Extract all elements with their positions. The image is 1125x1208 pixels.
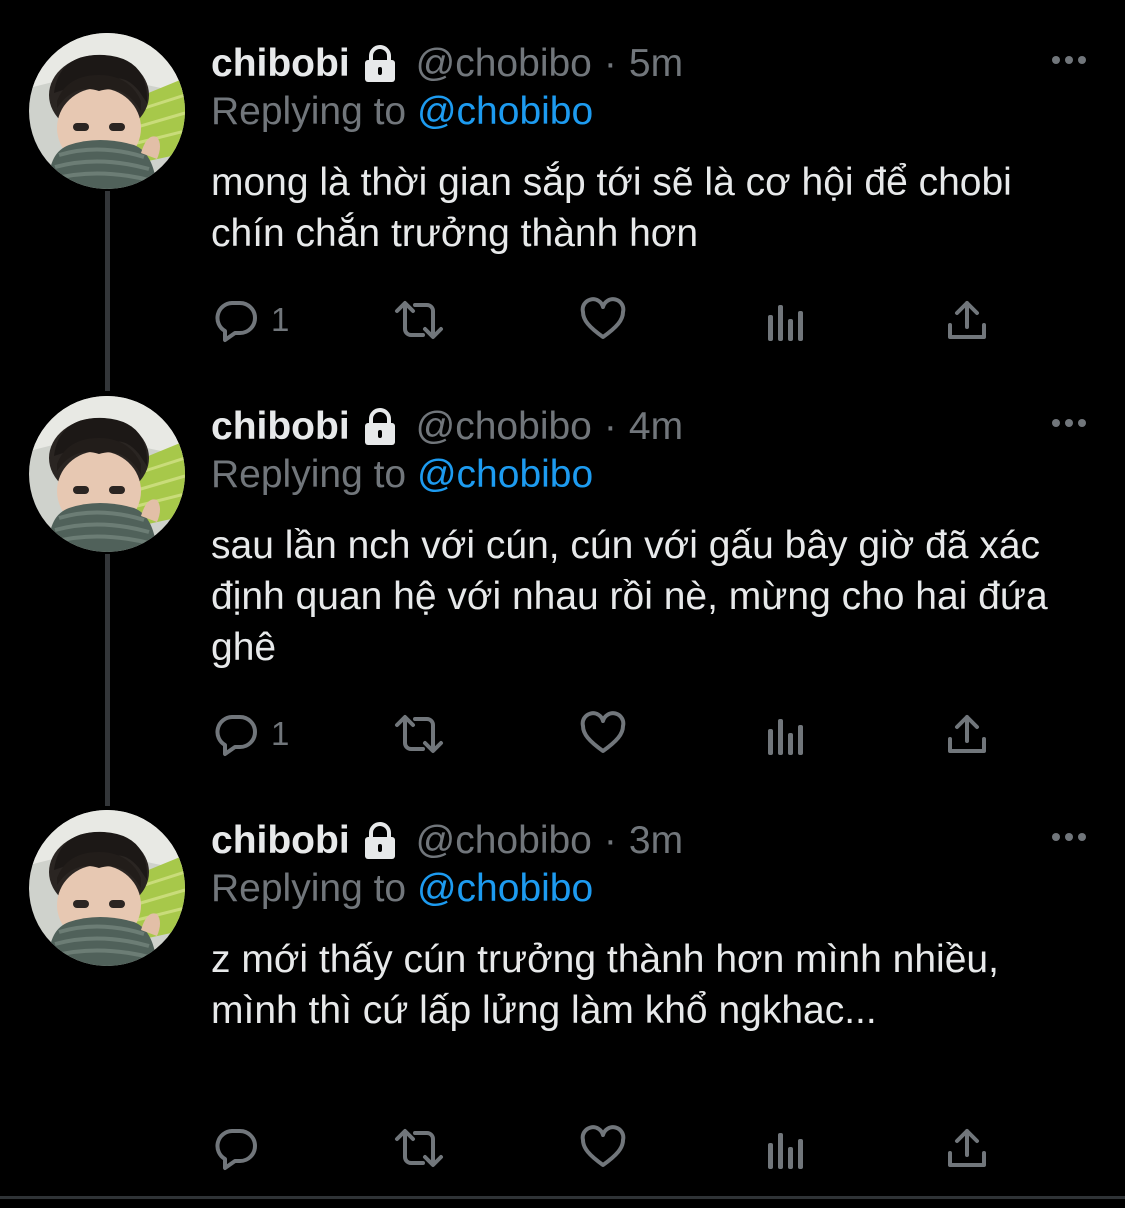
user-handle[interactable]: @chobibo [416,405,592,449]
tweet[interactable]: chibobi @chobibo · 4m Replying to @chobi… [0,363,1125,793]
lock-icon [360,407,400,447]
display-name[interactable]: chibobi [211,42,350,86]
analytics-button[interactable] [764,710,808,758]
lock-icon [360,821,400,861]
share-icon [944,1125,990,1171]
share-icon [944,711,990,757]
retweet-icon [391,711,447,757]
share-button[interactable] [944,296,990,344]
like-icon [579,711,627,757]
reply-button[interactable]: 1 [213,296,289,344]
more-icon[interactable] [1049,413,1089,433]
tweet-header: chibobi @chobibo · 5m [211,34,683,94]
replying-prefix: Replying to [211,90,407,133]
replying-prefix: Replying to [211,867,407,910]
reply-icon [213,1125,259,1171]
reply-count: 1 [271,715,290,752]
tweet[interactable]: chibobi @chobibo · 5m Replying to @chobi… [0,0,1125,380]
reply-button[interactable]: 1 [213,710,289,758]
display-name[interactable]: chibobi [211,819,350,863]
retweet-icon [391,297,447,343]
avatar[interactable] [29,33,185,189]
avatar[interactable] [29,810,185,966]
reply-count: 1 [271,301,290,338]
analytics-icon [764,297,808,343]
share-button[interactable] [944,710,990,758]
share-icon [944,297,990,343]
like-icon [579,297,627,343]
display-name[interactable]: chibobi [211,405,350,449]
retweet-button[interactable] [391,710,447,758]
share-button[interactable] [944,1124,990,1172]
like-button[interactable] [579,710,627,758]
more-icon[interactable] [1049,827,1089,847]
divider [0,1196,1125,1199]
retweet-button[interactable] [391,1124,447,1172]
avatar[interactable] [29,396,185,552]
tweet-thread: chibobi @chobibo · 5m Replying to @chobi… [0,0,1125,1208]
replying-to: Replying to @chobibo [211,453,593,497]
like-button[interactable] [579,1124,627,1172]
analytics-button[interactable] [764,1124,808,1172]
timestamp[interactable]: 4m [629,405,683,449]
action-bar: 1 [211,296,1001,344]
like-icon [579,1125,627,1171]
replying-handle-link[interactable]: @chobibo [417,90,593,133]
more-icon[interactable] [1049,50,1089,70]
replying-handle-link[interactable]: @chobibo [417,867,593,910]
timestamp[interactable]: 5m [629,42,683,86]
replying-prefix: Replying to [211,453,407,496]
timestamp[interactable]: 3m [629,819,683,863]
analytics-icon [764,1125,808,1171]
tweet-text: z mới thấy cún trưởng thành hơn mình nhi… [211,938,999,1032]
tweet-header: chibobi @chobibo · 3m [211,811,683,871]
user-handle[interactable]: @chobibo [416,42,592,86]
tweet-text: sau lần nch với cún, cún với gấu bây giờ… [211,524,1048,669]
separator-dot: · [603,42,617,85]
action-bar [211,1124,1001,1172]
tweet-text: mong là thời gian sắp tới sẽ là cơ hội đ… [211,161,1012,255]
reply-icon [213,711,259,757]
action-bar: 1 [211,710,1001,758]
reply-icon [213,297,259,343]
retweet-icon [391,1125,447,1171]
user-handle[interactable]: @chobibo [416,819,592,863]
retweet-button[interactable] [391,296,447,344]
separator-dot: · [603,819,617,862]
replying-to: Replying to @chobibo [211,90,593,134]
tweet-header: chibobi @chobibo · 4m [211,397,683,457]
reply-button[interactable] [213,1124,271,1172]
tweet[interactable]: chibobi @chobibo · 3m Replying to @chobi… [0,777,1125,1197]
replying-handle-link[interactable]: @chobibo [417,453,593,496]
separator-dot: · [603,405,617,448]
analytics-icon [764,711,808,757]
like-button[interactable] [579,296,627,344]
analytics-button[interactable] [764,296,808,344]
replying-to: Replying to @chobibo [211,867,593,911]
lock-icon [360,44,400,84]
